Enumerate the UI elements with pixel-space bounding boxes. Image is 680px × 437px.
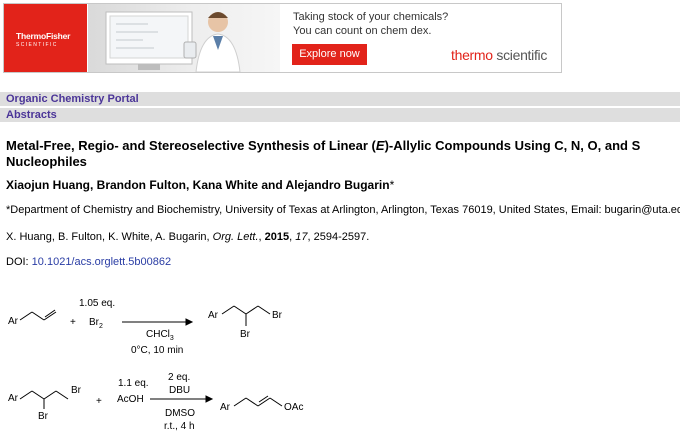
breadcrumb-abstracts-link[interactable]: Abstracts [6,109,57,121]
breadcrumb-portal[interactable]: Organic Chemistry Portal [0,92,680,106]
step2-base: DBU [169,385,190,396]
step1-reagent-sub: 2 [99,323,103,330]
ad-headline-line1: Taking stock of your chemicals? [293,11,449,23]
breadcrumb-portal-link[interactable]: Organic Chemistry Portal [6,93,139,105]
step1-product-br-internal: Br [240,329,251,340]
authors: Xiaojun Huang, Brandon Fulton, Kana Whit… [6,178,394,192]
citation-volume: 17 [295,231,308,243]
step2-substrate-br-internal: Br [38,411,49,422]
step2-base-amount: 2 eq. [168,372,190,383]
doi-line: DOI: 10.1021/acs.orglett.5b00862 [6,256,171,268]
reaction-scheme: Ar + 1.05 eq. Br2 CHCl3 0°C, 10 min Ar B… [8,298,303,432]
logo-word-thermo: thermo [451,47,493,63]
step2-substrate-ar: Ar [8,393,19,404]
brand-name: ThermoFisher [16,31,71,41]
doi-link[interactable]: 10.1021/acs.orglett.5b00862 [32,256,171,268]
step1-reagent: Br2 [89,317,103,330]
breadcrumb-abstracts[interactable]: Abstracts [0,108,680,122]
step1-reagent-amount: 1.05 eq. [79,298,115,309]
step2-product-oac: OAc [284,402,303,413]
explore-now-button[interactable]: Explore now [292,44,367,65]
step1-substrate-ar: Ar [8,316,19,327]
brand-subname: SCIENTIFIC [16,42,58,48]
step1-solvent-sub: 3 [170,335,174,342]
thermofisher-logo: ThermoFisher SCIENTIFIC [4,4,87,72]
ad-headline-line2: You can count on chem dex. [293,25,432,37]
advertisement-banner[interactable]: ThermoFisher SCIENTIFIC Taking stock of … [3,3,562,73]
step1-product-br-terminal: Br [272,310,283,321]
step1-solvent-name: CHCl [146,329,170,340]
corresponding-mark: * [389,178,395,192]
step2-product-ar: Ar [220,402,231,413]
thermo-scientific-logo: thermo scientific [451,47,547,63]
title-part1: Metal-Free, Regio- and Stereoselective S… [6,138,376,153]
article-title: Metal-Free, Regio- and Stereoselective S… [6,138,680,170]
step2-conditions: r.t., 4 h [164,421,195,432]
step1-conditions: 0°C, 10 min [131,345,183,356]
citation-journal: Org. Lett. [212,231,259,243]
citation-pages: , 2594-2597. [307,231,370,243]
step2-plus: + [96,396,102,407]
step1-product-ar: Ar [208,310,219,321]
citation-year: 2015 [264,231,290,243]
author-names: Xiaojun Huang, Brandon Fulton, Kana Whit… [6,178,390,192]
step2-solvent: DMSO [165,408,195,419]
ad-photo [88,4,280,72]
title-italic: E [375,138,385,153]
affiliation: *Department of Chemistry and Biochemistr… [6,204,680,216]
logo-word-scientific: scientific [496,47,548,63]
citation-authors: X. Huang, B. Fulton, K. White, A. Bugari… [6,231,213,243]
step1-plus: + [70,317,76,328]
citation: X. Huang, B. Fulton, K. White, A. Bugari… [6,231,370,243]
step2-substrate-br-terminal: Br [71,385,82,396]
step2-reagent-amount: 1.1 eq. [118,378,149,389]
step1-solvent: CHCl3 [146,329,174,342]
doi-label: DOI: [6,256,32,268]
step2-reagent: AcOH [117,394,144,405]
scientist-illustration [105,11,241,72]
